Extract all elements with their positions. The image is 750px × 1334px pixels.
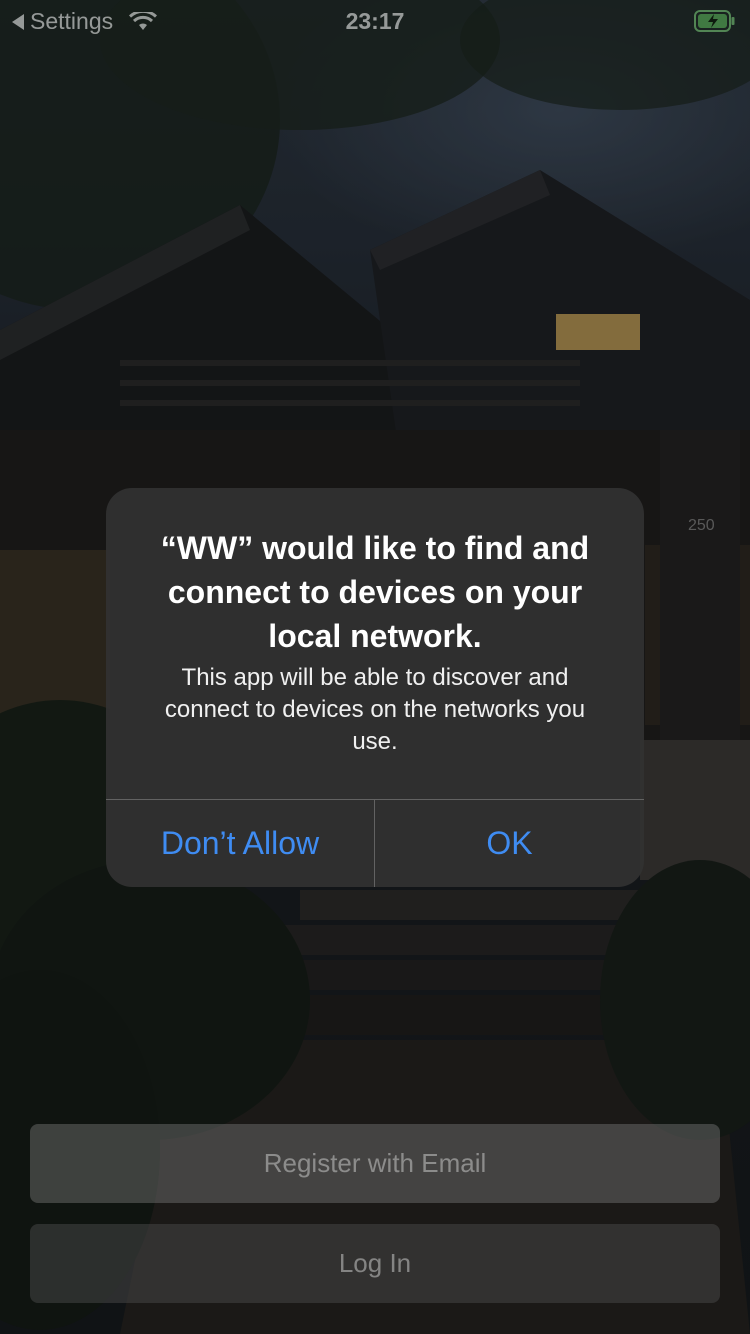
dont-allow-button[interactable]: Don’t Allow [106,800,374,887]
battery-charging-icon [694,10,735,32]
local-network-permission-alert: “WW” would like to find and connect to d… [106,488,644,887]
app-screen: 250 Settings 23:17 “WW” would like to fi… [0,0,750,1334]
log-in-button[interactable]: Log In [30,1224,720,1303]
status-bar: Settings 23:17 [0,0,750,42]
register-with-email-button[interactable]: Register with Email [30,1124,720,1203]
alert-title: “WW” would like to find and connect to d… [160,530,590,654]
ok-button[interactable]: OK [375,800,644,887]
alert-message: This app will be able to discover and co… [164,664,586,755]
status-time: 23:17 [345,8,405,34]
